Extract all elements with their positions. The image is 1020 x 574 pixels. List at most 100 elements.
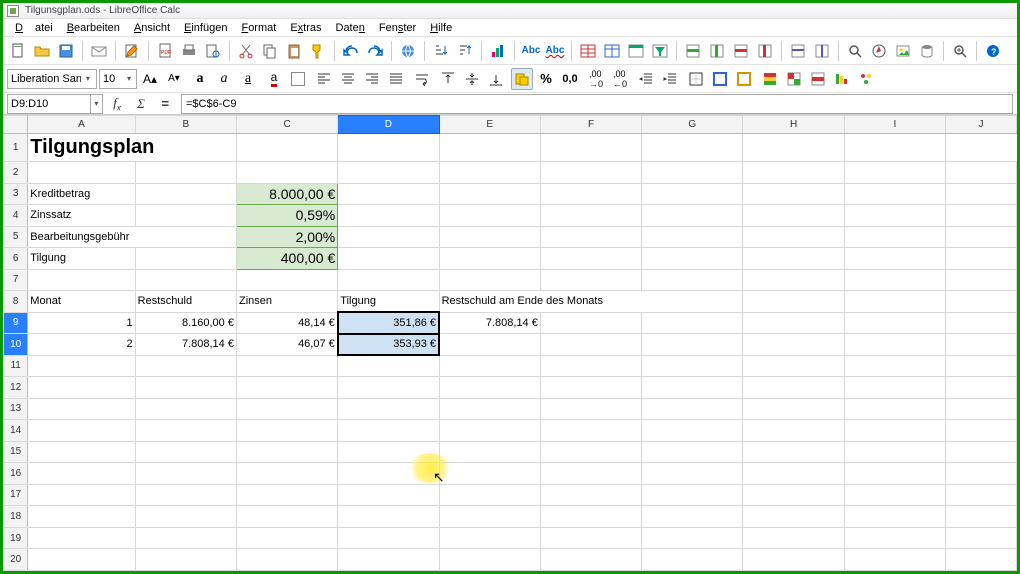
- cell[interactable]: [946, 420, 1017, 442]
- cell[interactable]: [540, 377, 641, 399]
- cell[interactable]: [28, 549, 135, 571]
- redo-button[interactable]: [364, 40, 386, 62]
- undo-button[interactable]: [340, 40, 362, 62]
- cut-button[interactable]: [235, 40, 257, 62]
- menu-fenster[interactable]: Fenster: [373, 21, 422, 35]
- delete-col-button[interactable]: [754, 40, 776, 62]
- number-format-button[interactable]: 0,0: [559, 68, 581, 90]
- cell-A3[interactable]: Kreditbetrag: [28, 183, 135, 205]
- row-header[interactable]: 13: [4, 398, 28, 420]
- row-header[interactable]: 18: [4, 506, 28, 528]
- cell[interactable]: [236, 355, 337, 377]
- cell[interactable]: [946, 463, 1017, 485]
- cell[interactable]: [540, 161, 641, 183]
- cell[interactable]: [844, 549, 945, 571]
- row-header[interactable]: 7: [4, 269, 28, 291]
- font-size-input[interactable]: [103, 73, 123, 85]
- delete-row-button[interactable]: [730, 40, 752, 62]
- percent-button[interactable]: %: [535, 68, 557, 90]
- help-button[interactable]: ?: [982, 40, 1004, 62]
- cell[interactable]: [338, 549, 439, 571]
- add-decimal-button[interactable]: ,00→0: [585, 68, 607, 90]
- menu-hilfe[interactable]: Hilfe: [424, 21, 458, 35]
- cell[interactable]: [439, 549, 540, 571]
- align-left-button[interactable]: [313, 68, 335, 90]
- border-color-button[interactable]: [733, 68, 755, 90]
- cell[interactable]: [540, 463, 641, 485]
- row-header[interactable]: 2: [4, 161, 28, 183]
- cell[interactable]: [743, 441, 844, 463]
- cell[interactable]: [236, 506, 337, 528]
- row-header[interactable]: 19: [4, 527, 28, 549]
- cell[interactable]: [743, 226, 844, 248]
- cell[interactable]: [439, 441, 540, 463]
- cell[interactable]: [439, 226, 540, 248]
- col-header-B[interactable]: B: [135, 116, 236, 134]
- wrap-text-button[interactable]: [411, 68, 433, 90]
- cell[interactable]: [236, 134, 337, 162]
- cell[interactable]: [236, 441, 337, 463]
- cell[interactable]: [28, 527, 135, 549]
- navigator-button[interactable]: [868, 40, 890, 62]
- cell[interactable]: [844, 291, 945, 313]
- cell[interactable]: [946, 549, 1017, 571]
- function-wizard-button[interactable]: fx: [107, 94, 127, 114]
- cell[interactable]: [28, 484, 135, 506]
- increase-font-button[interactable]: A▴: [139, 68, 161, 90]
- email-button[interactable]: [88, 40, 110, 62]
- cell[interactable]: [135, 269, 236, 291]
- gallery-button[interactable]: [892, 40, 914, 62]
- cell[interactable]: [844, 398, 945, 420]
- col-header-E[interactable]: E: [439, 116, 540, 134]
- row-header[interactable]: 3: [4, 183, 28, 205]
- cell[interactable]: [946, 312, 1017, 334]
- menu-einfuegen[interactable]: Einfügen: [178, 21, 233, 35]
- cell[interactable]: [642, 161, 743, 183]
- cell[interactable]: [338, 506, 439, 528]
- cell[interactable]: [236, 269, 337, 291]
- cell-D10[interactable]: 353,93 €: [338, 334, 439, 356]
- align-top-button[interactable]: [437, 68, 459, 90]
- cell[interactable]: [439, 484, 540, 506]
- cell[interactable]: [844, 269, 945, 291]
- cell[interactable]: [946, 377, 1017, 399]
- cell[interactable]: [844, 161, 945, 183]
- border-style-button[interactable]: [709, 68, 731, 90]
- condském-3-button[interactable]: [807, 68, 829, 90]
- cell-C4[interactable]: 0,59%: [236, 205, 337, 227]
- cell[interactable]: [135, 183, 236, 205]
- cell-D8[interactable]: Tilgung: [338, 291, 439, 313]
- cell-reference-input[interactable]: [8, 98, 90, 110]
- cell[interactable]: [439, 420, 540, 442]
- menu-format[interactable]: Format: [235, 21, 282, 35]
- cell[interactable]: [338, 183, 439, 205]
- datasources-button[interactable]: [916, 40, 938, 62]
- cell[interactable]: [135, 506, 236, 528]
- table-red-button[interactable]: [577, 40, 599, 62]
- cell[interactable]: [946, 205, 1017, 227]
- cell-A9[interactable]: 1: [28, 312, 135, 334]
- row-header[interactable]: 1: [4, 134, 28, 162]
- cell[interactable]: [946, 527, 1017, 549]
- col-header-I[interactable]: I: [844, 116, 945, 134]
- cell[interactable]: [844, 441, 945, 463]
- cell[interactable]: [135, 549, 236, 571]
- cell[interactable]: [135, 161, 236, 183]
- cell-reference-box[interactable]: ▾: [7, 94, 103, 114]
- font-name-combo[interactable]: ▾: [7, 69, 97, 89]
- cell[interactable]: [642, 269, 743, 291]
- cell-C6[interactable]: 400,00 €: [236, 248, 337, 270]
- cell[interactable]: [338, 161, 439, 183]
- cell[interactable]: [135, 205, 236, 227]
- cell[interactable]: [540, 441, 641, 463]
- cell[interactable]: [439, 134, 540, 162]
- cell[interactable]: [642, 527, 743, 549]
- row-header[interactable]: 17: [4, 484, 28, 506]
- cell[interactable]: [946, 506, 1017, 528]
- cell[interactable]: [844, 484, 945, 506]
- cell[interactable]: [28, 398, 135, 420]
- cell-C8[interactable]: Zinsen: [236, 291, 337, 313]
- cell[interactable]: [338, 463, 439, 485]
- col-header-F[interactable]: F: [540, 116, 641, 134]
- sort-asc-button[interactable]: [430, 40, 452, 62]
